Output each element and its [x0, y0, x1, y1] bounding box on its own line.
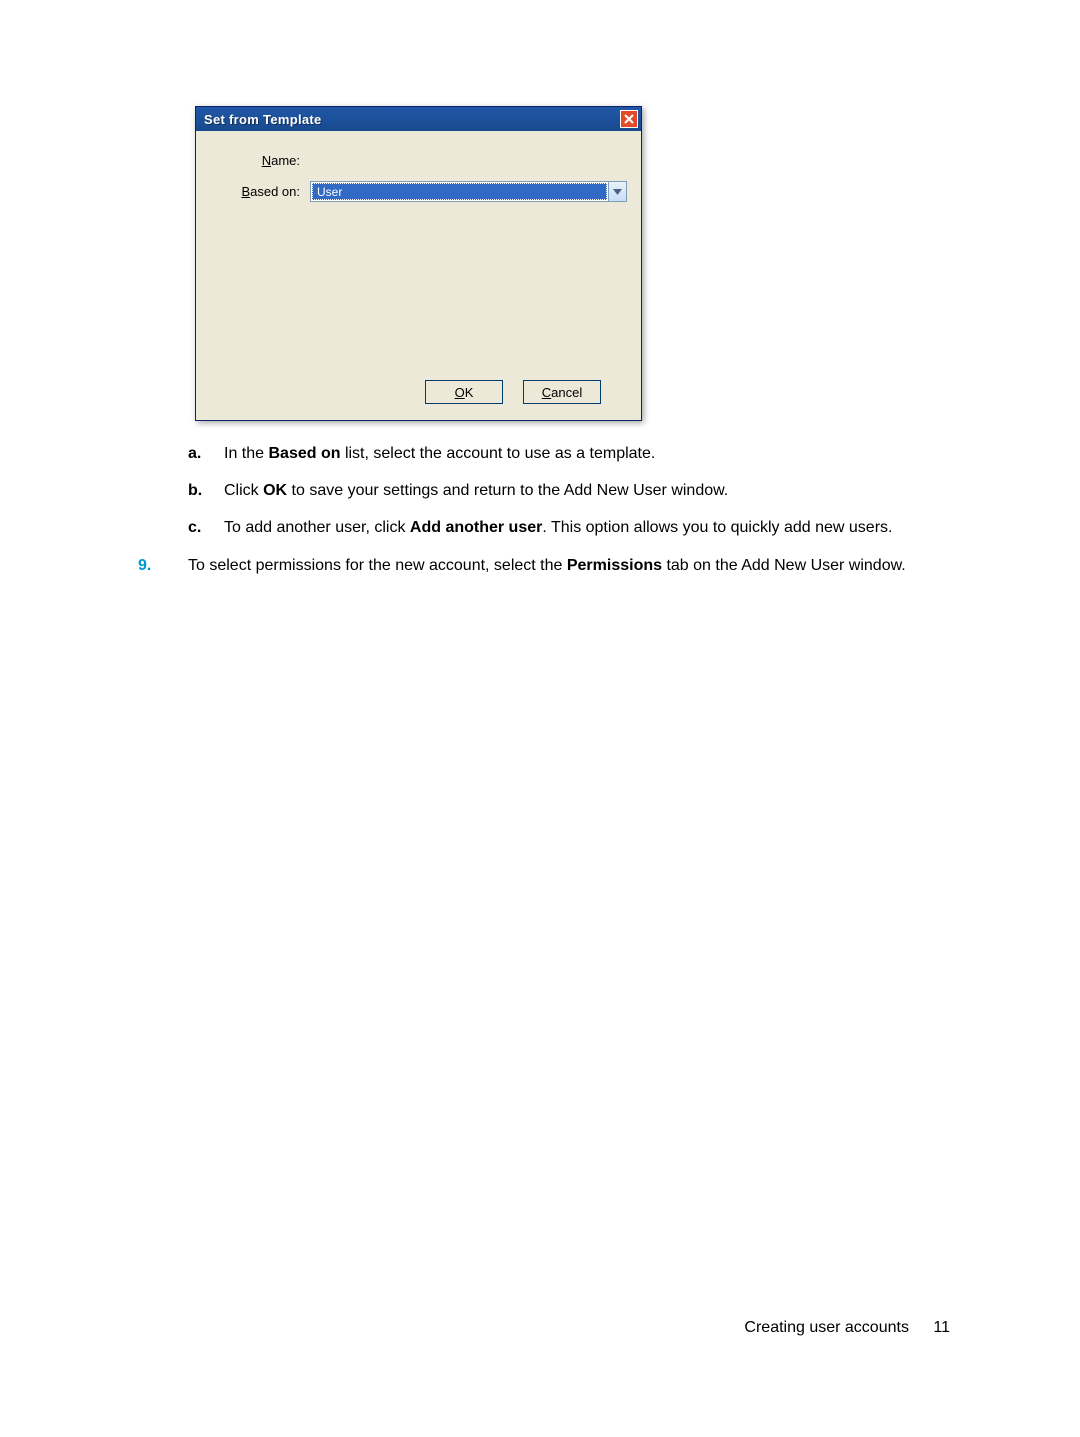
step-marker: a.	[188, 442, 224, 465]
sub-step-list: a. In the Based on list, select the acco…	[188, 442, 948, 540]
dialog-title: Set from Template	[204, 112, 322, 127]
step-a: a. In the Based on list, select the acco…	[188, 442, 948, 465]
step-9: 9. To select permissions for the new acc…	[138, 554, 948, 577]
based-on-row: Based on: User	[210, 181, 627, 202]
name-input[interactable]	[310, 149, 627, 171]
step-text: In the Based on list, select the account…	[224, 442, 948, 465]
based-on-value: User	[312, 183, 607, 200]
step-b: b. Click OK to save your settings and re…	[188, 479, 948, 502]
based-on-combobox[interactable]: User	[310, 181, 627, 202]
step-marker: c.	[188, 516, 224, 539]
page-number: 11	[933, 1319, 950, 1336]
step-text: To add another user, click Add another u…	[224, 516, 948, 539]
step-text: To select permissions for the new accoun…	[188, 554, 948, 577]
page-footer: Creating user accounts 11	[744, 1319, 950, 1337]
dialog-button-row: OK Cancel	[425, 380, 601, 404]
close-button[interactable]	[620, 110, 638, 128]
combobox-arrow[interactable]	[608, 182, 626, 201]
based-on-label: Based on:	[210, 184, 310, 199]
ok-button[interactable]: OK	[425, 380, 503, 404]
dialog-titlebar: Set from Template	[196, 107, 641, 131]
step-number: 9.	[138, 554, 188, 577]
step-text: Click OK to save your settings and retur…	[224, 479, 948, 502]
set-from-template-dialog: Set from Template Name: Based on: User	[195, 106, 642, 421]
dialog-body: Name: Based on: User	[196, 131, 641, 226]
footer-section: Creating user accounts	[744, 1319, 909, 1336]
close-icon	[624, 114, 634, 124]
instruction-block: a. In the Based on list, select the acco…	[138, 442, 948, 577]
name-label: Name:	[210, 153, 310, 168]
name-row: Name:	[210, 149, 627, 171]
cancel-button[interactable]: Cancel	[523, 380, 601, 404]
chevron-down-icon	[613, 189, 622, 195]
document-page: Set from Template Name: Based on: User	[0, 0, 1080, 1437]
step-marker: b.	[188, 479, 224, 502]
step-c: c. To add another user, click Add anothe…	[188, 516, 948, 539]
